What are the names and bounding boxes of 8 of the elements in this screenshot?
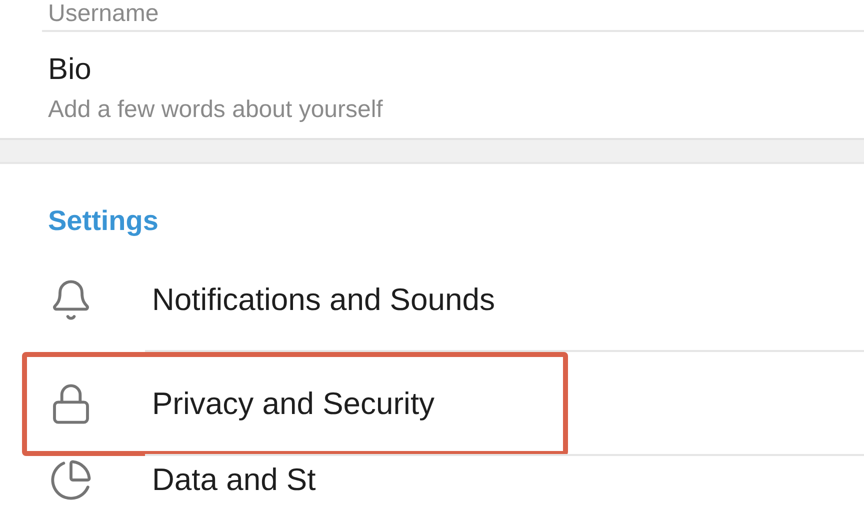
settings-item[interactable]: Privacy and Security — [152, 385, 435, 423]
bio-title: Bio — [48, 52, 92, 88]
settings-item[interactable]: Data and St — [152, 461, 316, 499]
username-label: Username — [48, 0, 159, 28]
section-title: Settings — [48, 205, 158, 236]
pie-chart-icon — [49, 458, 93, 502]
settings-item[interactable]: Notifications and Sounds — [152, 281, 495, 319]
bio-subtitle: Add a few words about yourself — [48, 96, 384, 124]
